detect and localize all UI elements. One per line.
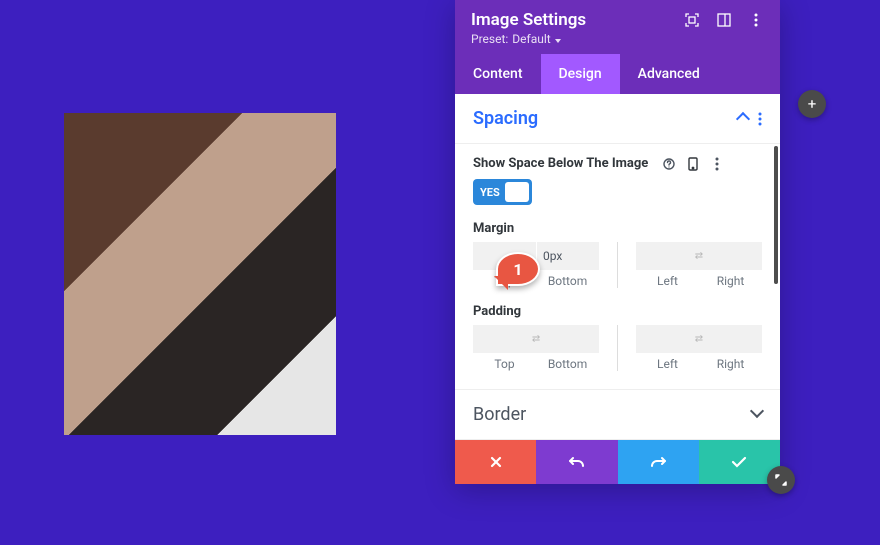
annotation-step-1: 1 [496, 252, 540, 286]
padding-right-input[interactable] [699, 325, 762, 353]
label-top: Top [473, 357, 536, 371]
resize-handle[interactable] [767, 466, 795, 494]
margin-right-input[interactable] [699, 242, 762, 270]
margin-label: Margin [473, 221, 762, 236]
annotation-number: 1 [513, 260, 522, 279]
toggle-on-label: YES [480, 186, 500, 199]
label-left: Left [636, 357, 699, 371]
preset-value: Default [512, 32, 550, 46]
section-kebab-icon[interactable] [758, 112, 762, 126]
tab-advanced[interactable]: Advanced [620, 54, 718, 94]
redo-button[interactable] [618, 440, 699, 484]
divider [617, 242, 618, 288]
panel-footer [455, 440, 780, 484]
content-image [64, 113, 336, 435]
panel-title: Image Settings [471, 10, 684, 30]
toggle-knob [505, 182, 529, 202]
padding-left-input[interactable] [636, 325, 699, 353]
chevron-up-icon [738, 109, 748, 128]
field-kebab-icon[interactable] [710, 157, 724, 171]
cancel-button[interactable] [455, 440, 536, 484]
phone-icon[interactable] [686, 157, 700, 171]
label-bottom: Bottom [536, 357, 599, 371]
label-bottom: Bottom [536, 274, 599, 288]
panel-layout-icon[interactable] [716, 12, 732, 28]
tab-design[interactable]: Design [541, 54, 620, 94]
tab-content[interactable]: Content [455, 54, 541, 94]
expand-icon[interactable] [684, 12, 700, 28]
help-icon[interactable] [662, 157, 676, 171]
section-border-title: Border [473, 404, 752, 425]
caret-down-icon [555, 32, 561, 46]
padding-label: Padding [473, 304, 762, 319]
settings-panel: Image Settings Preset: Default Content D… [455, 0, 780, 484]
scrollbar[interactable] [774, 146, 778, 284]
kebab-menu-icon[interactable] [748, 12, 764, 28]
preset-label: Preset: [471, 32, 508, 46]
chevron-down-icon [752, 405, 762, 424]
section-border-header[interactable]: Border [455, 389, 780, 440]
preset-selector[interactable]: Preset: Default [471, 32, 764, 46]
show-space-toggle[interactable]: YES [473, 179, 532, 205]
label-right: Right [699, 274, 762, 288]
padding-top-input[interactable] [473, 325, 536, 353]
margin-bottom-input[interactable] [536, 242, 599, 270]
padding-bottom-input[interactable] [536, 325, 599, 353]
show-space-label: Show Space Below The Image [473, 156, 648, 171]
label-left: Left [636, 274, 699, 288]
section-spacing-header[interactable]: Spacing [455, 94, 780, 144]
add-button[interactable]: + [798, 90, 826, 118]
undo-button[interactable] [536, 440, 617, 484]
padding-inputs: ⇄ Top Bottom ⇄ Left [473, 325, 762, 371]
label-right: Right [699, 357, 762, 371]
section-spacing-title: Spacing [473, 108, 738, 129]
panel-header: Image Settings Preset: Default [455, 0, 780, 54]
divider [617, 325, 618, 371]
tabs: Content Design Advanced [455, 54, 780, 94]
margin-left-input[interactable] [636, 242, 699, 270]
